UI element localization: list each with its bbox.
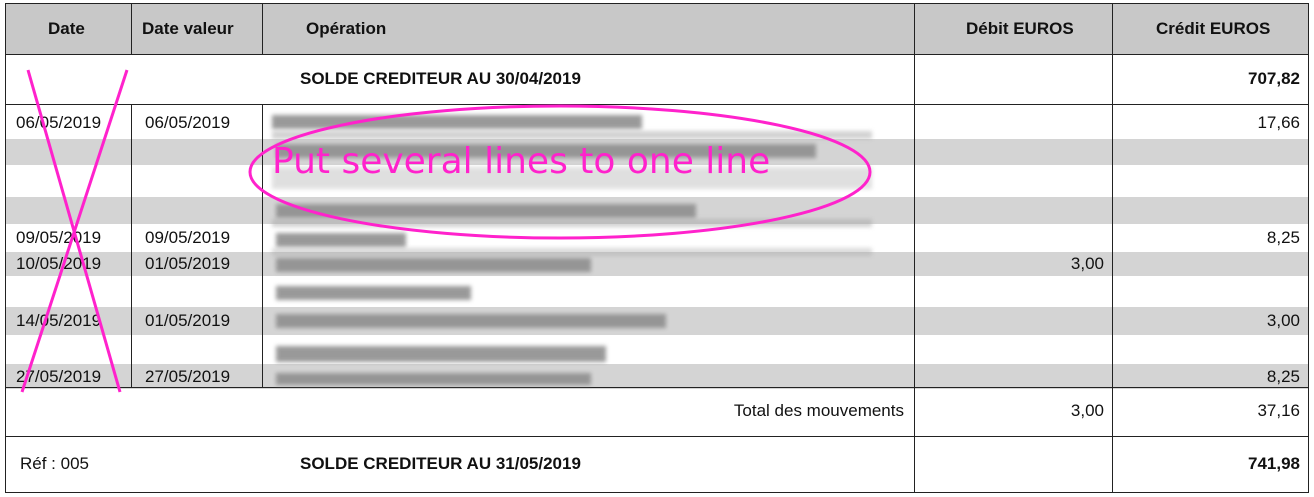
col-divider	[1112, 4, 1113, 492]
row-date-valeur: 09/05/2019	[145, 228, 231, 247]
row-credit: 17,66	[1257, 113, 1300, 132]
col-divider	[914, 4, 915, 492]
opening-balance-label: SOLDE CREDITEUR AU 30/04/2019	[300, 69, 581, 88]
total-label: Total des mouvements	[733, 401, 904, 420]
row-date-valeur: 01/05/2019	[145, 311, 231, 330]
total-debit: 3,00	[1070, 401, 1104, 420]
row-date-valeur: 01/05/2019	[145, 254, 231, 273]
col-divider	[262, 4, 263, 54]
closing-balance-credit: 741,98	[1248, 454, 1300, 473]
closing-balance-label: SOLDE CREDITEUR AU 31/05/2019	[300, 454, 581, 473]
total-credit: 37,16	[1257, 401, 1300, 420]
reference: Réf : 005	[20, 454, 89, 473]
annotation-text: Put several lines to one line	[272, 141, 771, 182]
col-divider	[262, 104, 263, 387]
row-credit: 8,25	[1266, 367, 1300, 386]
col-divider	[131, 104, 132, 387]
row-date: 06/05/2019	[16, 113, 102, 132]
header-date: Date	[48, 19, 85, 38]
row-date: 09/05/2019	[16, 228, 102, 247]
row-date-valeur: 27/05/2019	[145, 367, 231, 386]
row-date-valeur: 06/05/2019	[145, 113, 231, 132]
header-operation: Opération	[306, 19, 387, 38]
row-credit: 8,25	[1266, 228, 1300, 247]
header-credit: Crédit EUROS	[1156, 19, 1271, 38]
bank-statement-table: Date Date valeur Opération Débit EUROS C…	[5, 3, 1309, 493]
row-credit: 3,00	[1266, 311, 1300, 330]
col-divider	[131, 4, 132, 54]
row-date: 27/05/2019	[16, 367, 102, 386]
header-date-valeur: Date valeur	[142, 19, 234, 38]
row-debit: 3,00	[1070, 254, 1104, 273]
row-date: 10/05/2019	[16, 254, 102, 273]
header-debit: Débit EUROS	[966, 19, 1074, 38]
opening-balance-credit: 707,82	[1248, 69, 1300, 88]
row-date: 14/05/2019	[16, 311, 102, 330]
